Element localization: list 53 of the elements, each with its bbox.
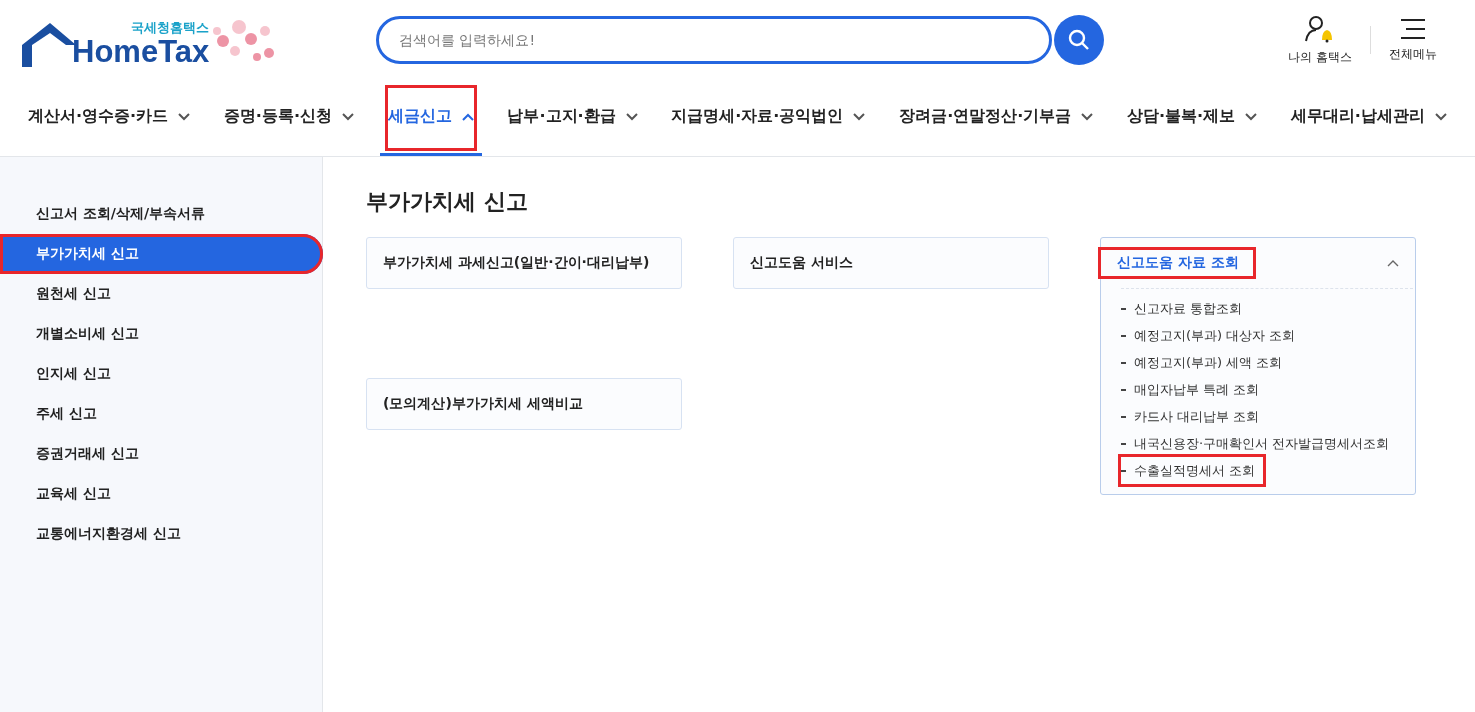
sidebar-item[interactable]: 주세 신고 bbox=[0, 394, 323, 434]
submenu-link[interactable]: 매입자납부 특례 조회 bbox=[1121, 376, 1268, 403]
dash-bullet-icon bbox=[1121, 469, 1126, 472]
sidebar-item[interactable]: 증권거래세 신고 bbox=[0, 434, 323, 474]
dash-bullet-icon bbox=[1121, 334, 1126, 337]
my-hometax-button[interactable]: 나의 홈택스 bbox=[1270, 14, 1370, 66]
menu-icon bbox=[1400, 17, 1426, 40]
chevron-down-icon bbox=[178, 112, 191, 121]
chevron-down-icon bbox=[853, 112, 866, 121]
sidebar-item[interactable]: 부가가치세 신고 bbox=[0, 234, 323, 274]
submenu-link[interactable]: 수출실적명세서 조회 bbox=[1121, 457, 1264, 484]
dash-bullet-icon bbox=[1121, 442, 1126, 445]
sidebar-item[interactable]: 인지세 신고 bbox=[0, 354, 323, 394]
submenu-link[interactable]: 내국신용장·구매확인서 전자발급명세서조회 bbox=[1121, 430, 1398, 457]
chevron-down-icon bbox=[1245, 112, 1258, 121]
all-menu-button[interactable]: 전체메뉴 bbox=[1371, 17, 1455, 63]
sidebar-item[interactable]: 교통에너지환경세 신고 bbox=[0, 514, 323, 554]
submenu-link[interactable]: 예정고지(부과) 대상자 조회 bbox=[1121, 322, 1304, 349]
menu-card[interactable]: 신고도움 서비스 bbox=[733, 237, 1049, 289]
nav-tab[interactable]: 납부·고지·환급 bbox=[499, 80, 646, 156]
logo-subtitle: 국세청홈택스 bbox=[131, 19, 210, 37]
menu-card[interactable]: 부가가치세 과세신고(일반·간이·대리납부) bbox=[366, 237, 682, 289]
dash-bullet-icon bbox=[1121, 415, 1126, 418]
nav-tab[interactable]: 상담·불복·제보 bbox=[1119, 80, 1266, 156]
nav-tab[interactable]: 세무대리·납세관리 bbox=[1282, 80, 1455, 156]
chevron-up-icon[interactable] bbox=[1387, 259, 1399, 267]
nav-tab[interactable]: 증명·등록·신청 bbox=[215, 80, 362, 156]
submenu-link[interactable]: 카드사 대리납부 조회 bbox=[1121, 403, 1268, 430]
chevron-down-icon bbox=[625, 112, 638, 121]
submenu-link[interactable]: 예정고지(부과) 세액 조회 bbox=[1121, 349, 1291, 376]
search-field[interactable]: 검색어를 입력하세요! bbox=[376, 16, 1052, 64]
menu-card[interactable]: (모의계산)부가가치세 세액비교 bbox=[366, 378, 682, 430]
search-icon bbox=[1067, 28, 1091, 52]
logo-title: HomeTax bbox=[72, 37, 210, 67]
search-button[interactable] bbox=[1054, 15, 1104, 65]
chevron-down-icon bbox=[342, 112, 354, 121]
nav-tab[interactable]: 계산서·영수증·카드 bbox=[20, 80, 199, 156]
sidebar-item[interactable]: 원천세 신고 bbox=[0, 274, 323, 314]
dash-bullet-icon bbox=[1121, 361, 1126, 364]
page-title: 부가가치세 신고 bbox=[366, 188, 529, 216]
accordion-title[interactable]: 신고도움 자료 조회 bbox=[1101, 250, 1253, 276]
chevron-down-icon bbox=[1434, 112, 1447, 121]
chevron-down-icon bbox=[1081, 112, 1094, 121]
dash-bullet-icon bbox=[1121, 307, 1126, 310]
sidebar-item[interactable]: 개별소비세 신고 bbox=[0, 314, 323, 354]
nav-tab[interactable]: 지급명세·자료·공익법인 bbox=[663, 80, 874, 156]
submenu-link[interactable]: 신고자료 통합조회 bbox=[1121, 295, 1251, 322]
sidebar-item[interactable]: 교육세 신고 bbox=[0, 474, 323, 514]
nav-tab[interactable]: 장려금·연말정산·기부금 bbox=[891, 80, 1102, 156]
sidebar-item[interactable]: 신고서 조회/삭제/부속서류 bbox=[0, 194, 323, 234]
dash-bullet-icon bbox=[1121, 388, 1126, 391]
chevron-up-icon bbox=[461, 112, 474, 121]
nav-tab[interactable]: 세금신고 bbox=[379, 80, 482, 156]
